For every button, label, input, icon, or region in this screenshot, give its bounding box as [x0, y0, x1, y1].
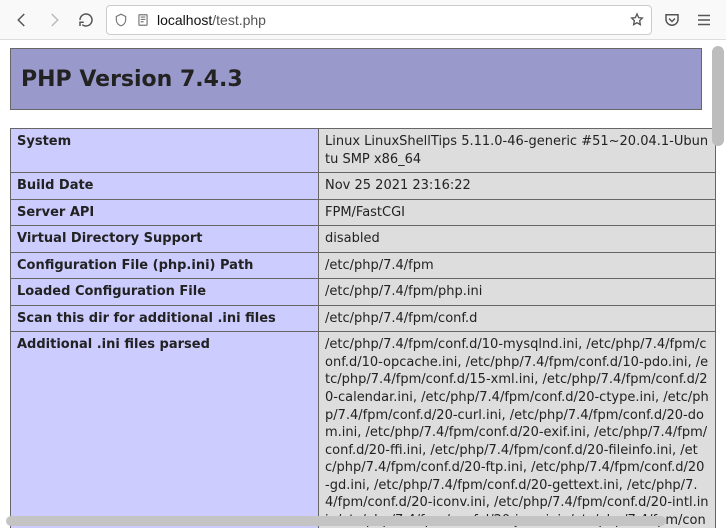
browser-toolbar: localhost/test.php: [0, 0, 726, 40]
url-text: localhost/test.php: [157, 12, 266, 28]
reload-button[interactable]: [74, 8, 98, 32]
row-label: Virtual Directory Support: [11, 226, 319, 253]
url-bar[interactable]: localhost/test.php: [106, 5, 652, 35]
viewport: PHP Version 7.4.3 System Linux LinuxShel…: [0, 40, 726, 528]
row-value: /etc/php/7.4/fpm/conf.d: [319, 305, 716, 332]
horizontal-scrollbar[interactable]: [6, 516, 666, 526]
table-row: Server API FPM/FastCGI: [11, 199, 716, 226]
row-value: /etc/php/7.4/fpm/php.ini: [319, 279, 716, 306]
table-row: Loaded Configuration File /etc/php/7.4/f…: [11, 279, 716, 306]
table-row: Build Date Nov 25 2021 23:16:22: [11, 173, 716, 200]
row-label: Build Date: [11, 173, 319, 200]
save-to-pocket-button[interactable]: [660, 8, 684, 32]
row-value: /etc/php/7.4/fpm/conf.d/10-mysqlnd.ini, …: [319, 332, 716, 528]
phpinfo-table: System Linux LinuxShellTips 5.11.0-46-ge…: [10, 128, 716, 528]
table-row: System Linux LinuxShellTips 5.11.0-46-ge…: [11, 129, 716, 173]
table-row: Configuration File (php.ini) Path /etc/p…: [11, 252, 716, 279]
hamburger-menu-button[interactable]: [692, 8, 716, 32]
page-title: PHP Version 7.4.3: [21, 67, 243, 92]
phpinfo-page: PHP Version 7.4.3 System Linux LinuxShel…: [0, 40, 726, 528]
phpinfo-header: PHP Version 7.4.3: [10, 48, 702, 110]
table-row: Additional .ini files parsed /etc/php/7.…: [11, 332, 716, 528]
table-row: Virtual Directory Support disabled: [11, 226, 716, 253]
back-button[interactable]: [10, 8, 34, 32]
row-label: Configuration File (php.ini) Path: [11, 252, 319, 279]
page-icon: [135, 12, 151, 28]
row-label: Server API: [11, 199, 319, 226]
row-value: FPM/FastCGI: [319, 199, 716, 226]
row-value: /etc/php/7.4/fpm: [319, 252, 716, 279]
row-label: System: [11, 129, 319, 173]
row-value: disabled: [319, 226, 716, 253]
bookmark-star-icon[interactable]: [629, 12, 645, 28]
forward-button[interactable]: [42, 8, 66, 32]
table-row: Scan this dir for additional .ini files …: [11, 305, 716, 332]
row-value: Nov 25 2021 23:16:22: [319, 173, 716, 200]
row-label: Additional .ini files parsed: [11, 332, 319, 528]
row-label: Scan this dir for additional .ini files: [11, 305, 319, 332]
vertical-scrollbar[interactable]: [712, 46, 724, 146]
row-label: Loaded Configuration File: [11, 279, 319, 306]
shield-icon: [113, 12, 129, 28]
row-value: Linux LinuxShellTips 5.11.0-46-generic #…: [319, 129, 716, 173]
